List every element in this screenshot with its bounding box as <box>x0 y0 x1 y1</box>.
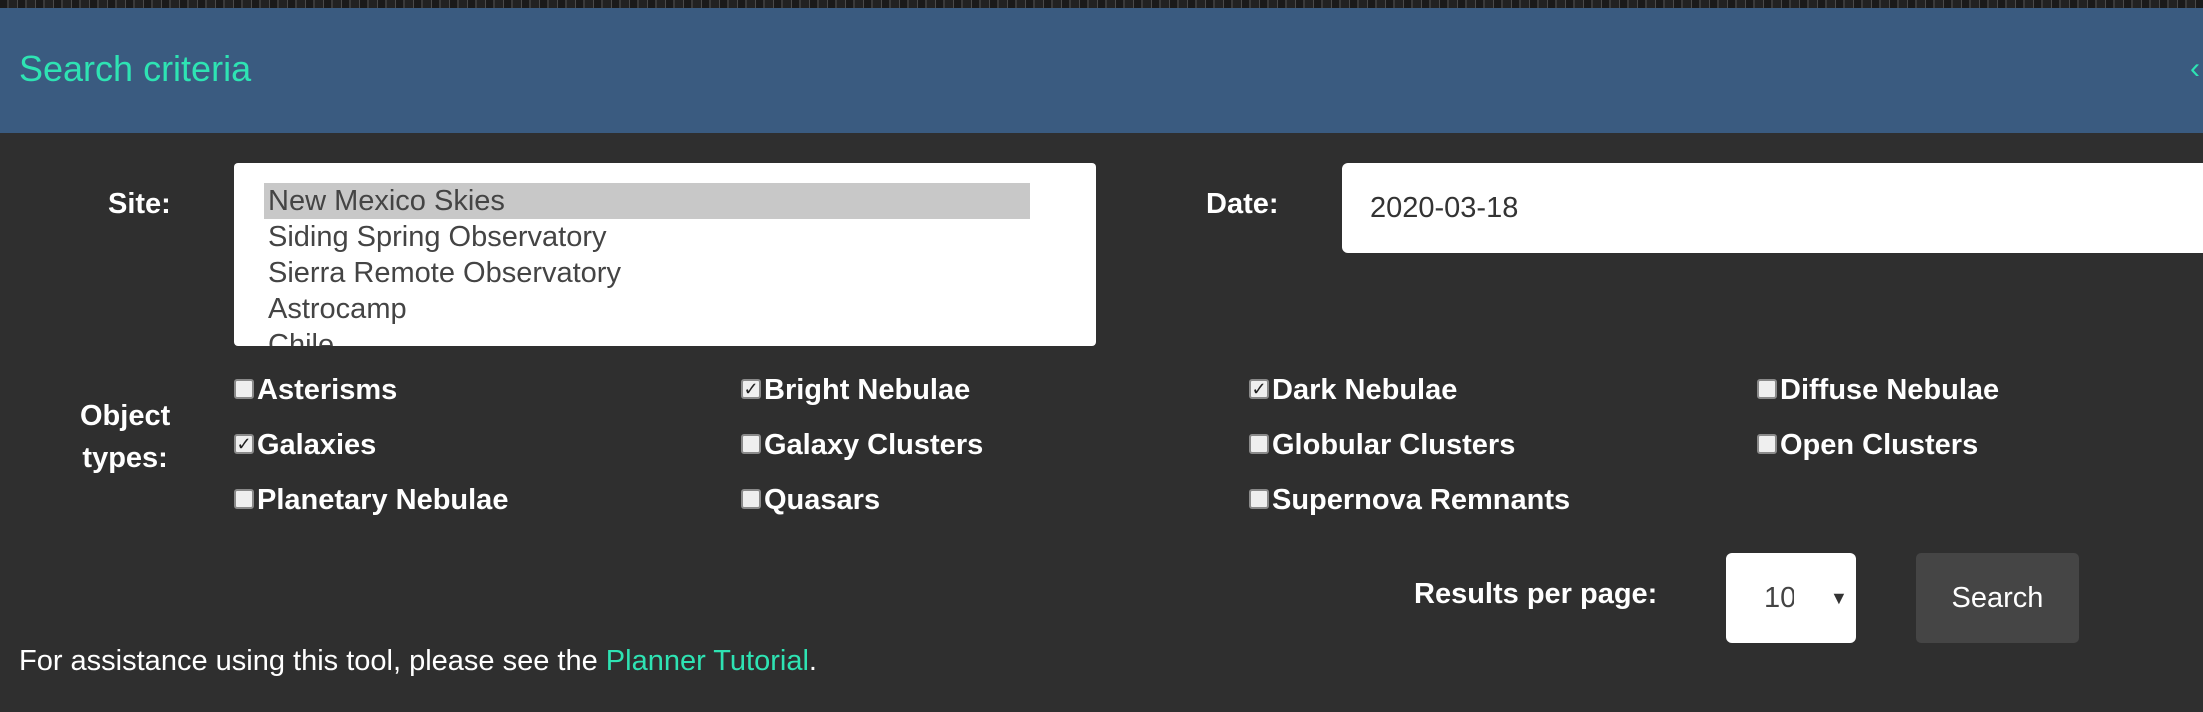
checkbox-box[interactable] <box>741 434 761 454</box>
footer-prefix: For assistance using this tool, please s… <box>19 645 606 677</box>
footer-help-text: For assistance using this tool, please s… <box>19 645 817 678</box>
checkbox-label[interactable]: Bright Nebulae <box>764 373 970 407</box>
collapse-chevron-icon[interactable]: ‹ <box>2190 54 2200 84</box>
checkbox-globular-clusters[interactable]: Globular Clusters <box>1249 428 1515 465</box>
checkbox-label[interactable]: Galaxies <box>257 428 376 462</box>
checkbox-label[interactable]: Open Clusters <box>1780 428 1978 462</box>
site-option-new-mexico-skies[interactable]: New Mexico Skies <box>264 183 1030 219</box>
object-types-label-line2: types: <box>82 442 168 474</box>
checkbox-label[interactable]: Dark Nebulae <box>1272 373 1457 407</box>
checkbox-box[interactable] <box>1757 379 1777 399</box>
checkbox-asterisms[interactable]: Asterisms <box>234 373 397 410</box>
checkbox-bright-nebulae[interactable]: ✓ Bright Nebulae <box>741 373 970 410</box>
site-listbox[interactable]: New Mexico Skies Siding Spring Observato… <box>234 163 1096 346</box>
search-criteria-header[interactable]: Search criteria ‹ <box>0 8 2203 133</box>
results-per-page-select[interactable]: 10 ▼ <box>1726 553 1856 643</box>
site-option-astrocamp[interactable]: Astrocamp <box>264 291 1030 327</box>
checkbox-label[interactable]: Asterisms <box>257 373 397 407</box>
header-title: Search criteria <box>19 48 252 89</box>
checkbox-box[interactable] <box>1249 434 1269 454</box>
site-option-chile[interactable]: Chile <box>264 327 1030 346</box>
object-types-label-line1: Object <box>80 400 171 432</box>
checkbox-galaxies[interactable]: ✓ Galaxies <box>234 428 376 465</box>
checkbox-planetary-nebulae[interactable]: Planetary Nebulae <box>234 483 508 520</box>
checkbox-galaxy-clusters[interactable]: Galaxy Clusters <box>741 428 983 465</box>
checkbox-box[interactable] <box>234 379 254 399</box>
footer-suffix: . <box>808 645 817 677</box>
checkbox-open-clusters[interactable]: Open Clusters <box>1757 428 1978 465</box>
search-button[interactable]: Search <box>1916 553 2079 643</box>
checkbox-box[interactable]: ✓ <box>234 434 254 454</box>
results-per-page-label: Results per page: <box>1414 578 1658 610</box>
checkbox-label[interactable]: Diffuse Nebulae <box>1780 373 1999 407</box>
checkbox-box[interactable]: ✓ <box>741 379 761 399</box>
checkbox-diffuse-nebulae[interactable]: Diffuse Nebulae <box>1757 373 1999 410</box>
date-input[interactable] <box>1342 163 2203 253</box>
dropdown-arrow-icon: ▼ <box>1830 588 1848 608</box>
checkbox-label[interactable]: Supernova Remnants <box>1272 483 1570 517</box>
checkbox-quasars[interactable]: Quasars <box>741 483 880 520</box>
checkbox-dark-nebulae[interactable]: ✓ Dark Nebulae <box>1249 373 1457 410</box>
checkbox-box[interactable] <box>1757 434 1777 454</box>
object-types-label: Object types: <box>80 395 170 479</box>
checkbox-box[interactable] <box>234 489 254 509</box>
checkbox-label[interactable]: Quasars <box>764 483 880 517</box>
background-image-strip <box>0 0 2203 8</box>
checkbox-box[interactable] <box>741 489 761 509</box>
site-option-sierra-remote[interactable]: Sierra Remote Observatory <box>264 255 1030 291</box>
checkbox-box[interactable] <box>1249 489 1269 509</box>
checkbox-label[interactable]: Globular Clusters <box>1272 428 1515 462</box>
results-per-page-value: 10 <box>1764 582 1794 614</box>
checkbox-label[interactable]: Planetary Nebulae <box>257 483 508 517</box>
checkbox-supernova-remnants[interactable]: Supernova Remnants <box>1249 483 1570 520</box>
planner-tutorial-link[interactable]: Planner Tutorial <box>606 645 809 677</box>
site-option-siding-spring[interactable]: Siding Spring Observatory <box>264 219 1030 255</box>
checkbox-label[interactable]: Galaxy Clusters <box>764 428 983 462</box>
site-label: Site: <box>108 188 171 220</box>
checkbox-box[interactable]: ✓ <box>1249 379 1269 399</box>
date-label: Date: <box>1206 188 1279 220</box>
